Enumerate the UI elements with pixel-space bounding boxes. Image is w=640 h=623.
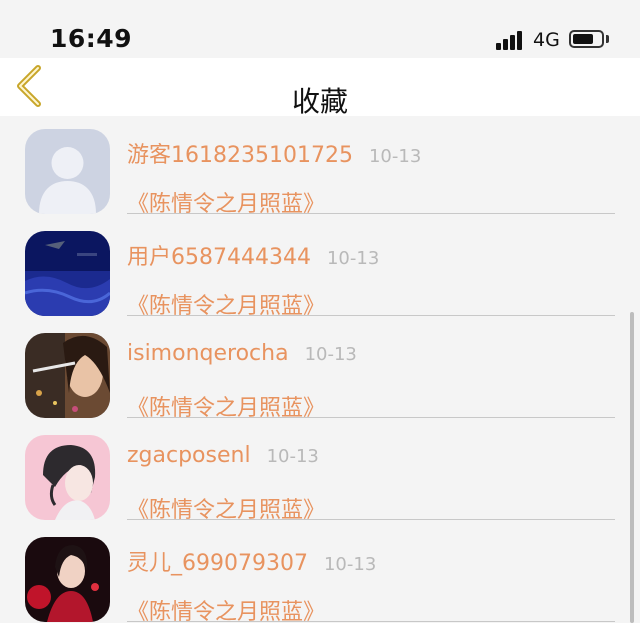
user-avatar [25, 435, 110, 520]
username: 灵儿_699079307 [127, 551, 308, 576]
list-item[interactable]: isimonqerocha 10-13 《陈情令之月照蓝》 [0, 320, 640, 422]
page-title: 收藏 [291, 85, 348, 118]
list-item[interactable]: zgacposenl 10-13 《陈情令之月照蓝》 [0, 422, 640, 524]
status-time: 16:49 [50, 24, 133, 53]
user-avatar [25, 231, 110, 316]
username: 游客1618235101725 [127, 143, 353, 168]
date-label: 10-13 [323, 554, 377, 575]
list-item[interactable]: 灵儿_699079307 10-13 《陈情令之月照蓝》 [0, 524, 640, 623]
divider [127, 315, 615, 316]
date-label: 10-13 [326, 248, 380, 269]
divider [127, 417, 615, 418]
book-title-link[interactable]: 《陈情令之月照蓝》 [127, 594, 325, 623]
status-bar: 16:49 4G [0, 0, 640, 58]
user-avatar [25, 129, 110, 214]
favorites-list[interactable]: 游客1618235101725 10-13 《陈情令之月照蓝》 用户6587444… [0, 116, 640, 623]
nav-bar: 收藏 [0, 58, 640, 118]
date-label: 10-13 [368, 146, 422, 167]
battery-tip [606, 35, 609, 43]
signal-icon [496, 30, 524, 50]
scrollbar[interactable] [630, 312, 634, 623]
username: isimonqerocha [127, 341, 289, 366]
divider [127, 621, 615, 622]
network-label: 4G [533, 29, 560, 51]
username: 用户6587444344 [127, 245, 311, 270]
divider [127, 519, 615, 520]
list-item[interactable]: 用户6587444344 10-13 《陈情令之月照蓝》 [0, 218, 640, 320]
date-label: 10-13 [266, 446, 319, 467]
divider [127, 213, 615, 214]
username: zgacposenl [127, 443, 251, 468]
list-item[interactable]: 游客1618235101725 10-13 《陈情令之月照蓝》 [0, 116, 640, 218]
date-label: 10-13 [304, 344, 357, 365]
battery-icon [569, 30, 604, 48]
user-avatar [25, 333, 110, 418]
user-avatar [25, 537, 110, 622]
